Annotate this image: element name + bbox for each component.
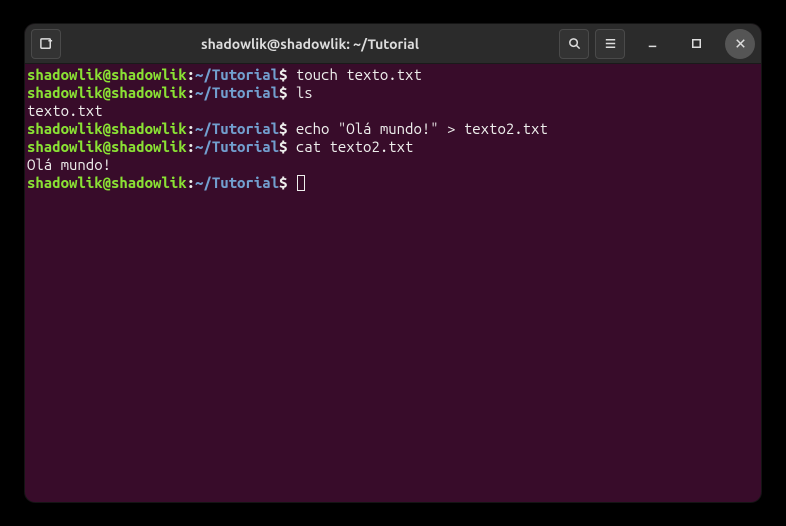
command-text: touch texto.txt xyxy=(287,66,421,83)
prompt-user-host: shadowlik@shadowlik xyxy=(27,120,187,137)
terminal-window: shadowlik@shadowlik: ~/Tutorial xyxy=(25,24,761,502)
close-icon xyxy=(733,36,748,51)
prompt-line: shadowlik@shadowlik:~/Tutorial$ xyxy=(27,174,759,192)
command-text: ls xyxy=(287,84,312,101)
terminal-body[interactable]: shadowlik@shadowlik:~/Tutorial$ touch te… xyxy=(25,64,761,502)
prompt-path: ~/Tutorial xyxy=(195,66,279,83)
prompt-separator: : xyxy=(187,84,195,101)
prompt-user-host: shadowlik@shadowlik xyxy=(27,84,187,101)
prompt-user-host: shadowlik@shadowlik xyxy=(27,174,187,191)
prompt-line: shadowlik@shadowlik:~/Tutorial$ cat text… xyxy=(27,138,759,156)
output-line: Olá mundo! xyxy=(27,156,759,174)
window-controls xyxy=(637,29,755,59)
maximize-button[interactable] xyxy=(681,29,711,59)
prompt-user-host: shadowlik@shadowlik xyxy=(27,138,187,155)
prompt-line: shadowlik@shadowlik:~/Tutorial$ echo "Ol… xyxy=(27,120,759,138)
prompt-path: ~/Tutorial xyxy=(195,120,279,137)
output-text: Olá mundo! xyxy=(27,156,111,173)
command-text xyxy=(287,174,295,191)
prompt-path: ~/Tutorial xyxy=(195,138,279,155)
new-tab-icon xyxy=(39,36,54,51)
menu-button[interactable] xyxy=(595,29,625,59)
window-title: shadowlik@shadowlik: ~/Tutorial xyxy=(67,36,553,52)
minimize-icon xyxy=(645,36,660,51)
minimize-button[interactable] xyxy=(637,29,667,59)
titlebar: shadowlik@shadowlik: ~/Tutorial xyxy=(25,24,761,64)
maximize-icon xyxy=(689,36,704,51)
command-text: cat texto2.txt xyxy=(287,138,413,155)
search-button[interactable] xyxy=(559,29,589,59)
prompt-path: ~/Tutorial xyxy=(195,174,279,191)
prompt-line: shadowlik@shadowlik:~/Tutorial$ touch te… xyxy=(27,66,759,84)
prompt-separator: : xyxy=(187,66,195,83)
prompt-user-host: shadowlik@shadowlik xyxy=(27,66,187,83)
new-tab-button[interactable] xyxy=(31,29,61,59)
prompt-separator: : xyxy=(187,120,195,137)
prompt-separator: : xyxy=(187,138,195,155)
prompt-line: shadowlik@shadowlik:~/Tutorial$ ls xyxy=(27,84,759,102)
output-line: texto.txt xyxy=(27,102,759,120)
hamburger-icon xyxy=(603,36,618,51)
search-icon xyxy=(567,36,582,51)
cursor xyxy=(297,175,305,191)
prompt-separator: : xyxy=(187,174,195,191)
command-text: echo "Olá mundo!" > texto2.txt xyxy=(287,120,547,137)
output-text: texto.txt xyxy=(27,102,103,119)
prompt-path: ~/Tutorial xyxy=(195,84,279,101)
close-button[interactable] xyxy=(725,29,755,59)
